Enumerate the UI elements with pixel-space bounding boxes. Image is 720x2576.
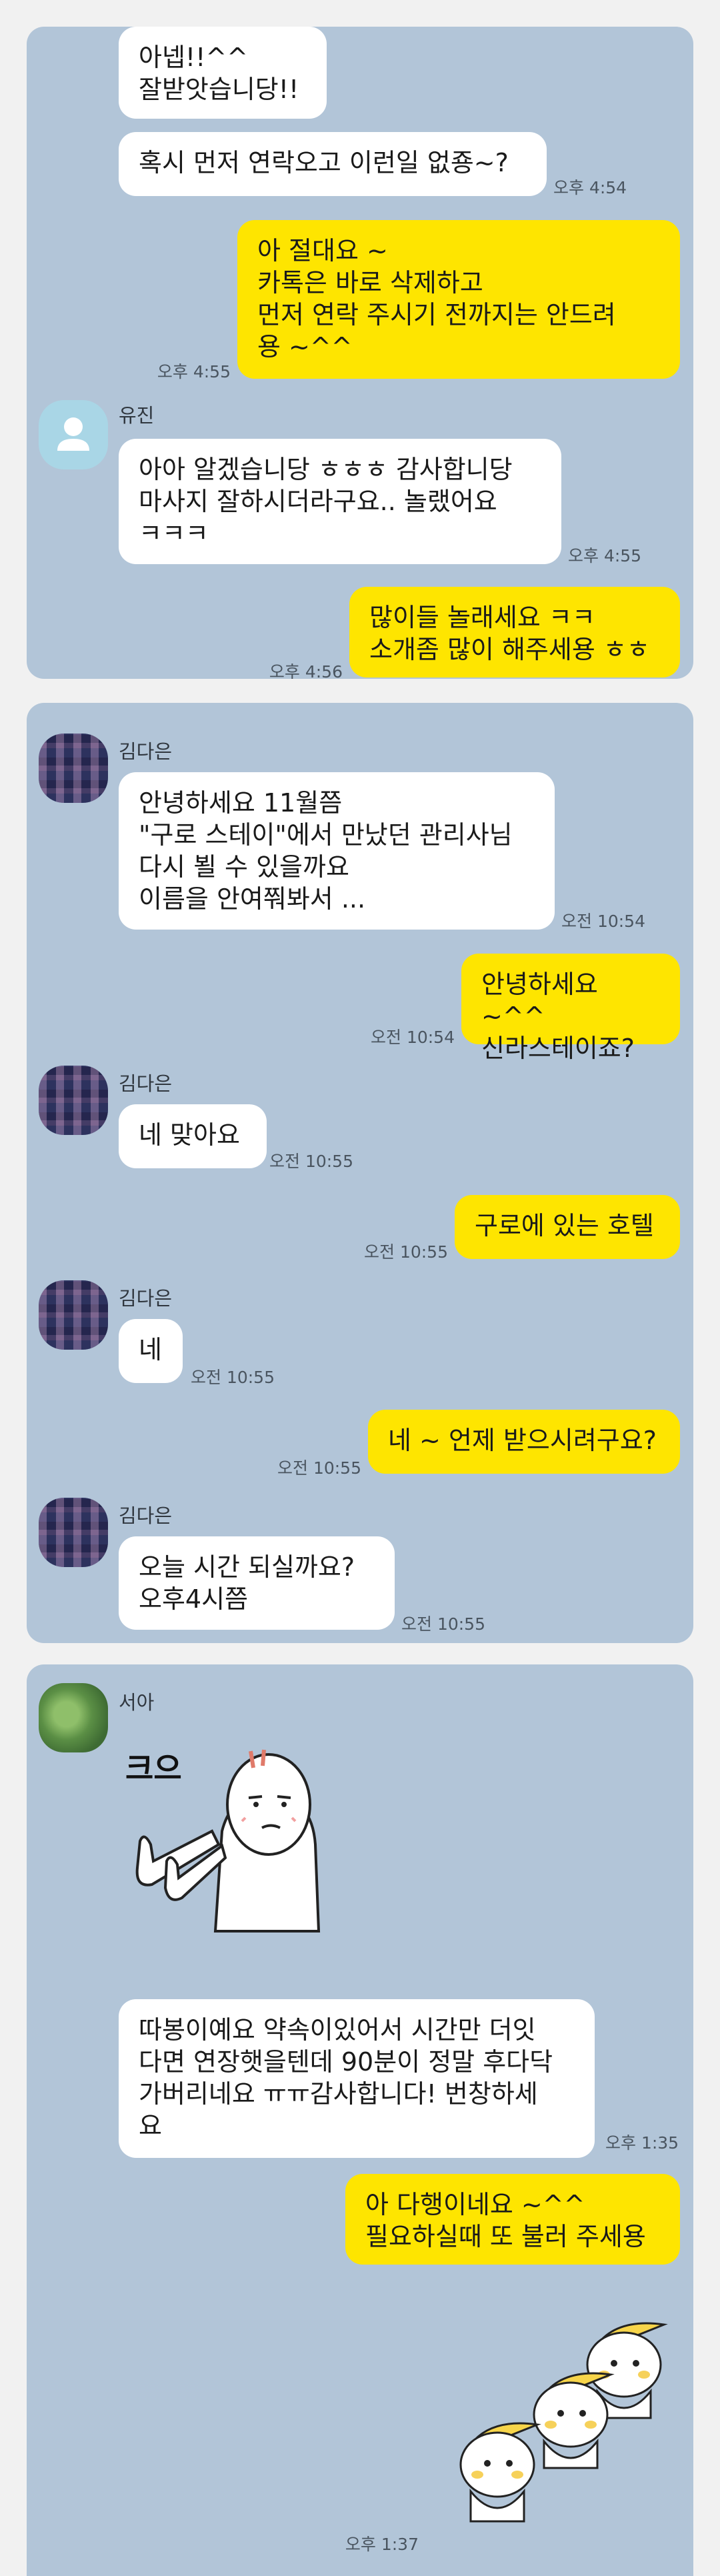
- message-bubble[interactable]: 아넵!!^^ 잘받앗습니당!!: [119, 27, 327, 119]
- message-time: 오후 4:56: [269, 662, 343, 679]
- character-icon: [459, 2322, 668, 2523]
- message-time: 오전 10:55: [191, 1368, 275, 1387]
- avatar[interactable]: [39, 1066, 108, 1135]
- message-time: 오전 10:55: [364, 1242, 448, 1262]
- message-time: 오후 1:35: [605, 2133, 679, 2153]
- message-bubble[interactable]: 오늘 시간 되실까요? 오후4시쯤: [119, 1536, 395, 1630]
- message-bubble[interactable]: 혹시 먼저 연락오고 이런일 없죵~?: [119, 132, 547, 196]
- sender-name: 김다은: [119, 740, 173, 763]
- message-bubble[interactable]: 안녕하세요 11월쯤 "구로 스테이"에서 만났던 관리사님 다시 뵐 수 있을…: [119, 772, 555, 930]
- message-time: 오전 10:55: [269, 1152, 353, 1171]
- message-bubble[interactable]: 아 다행이네요 ~^^ 필요하실때 또 불러 주세용: [345, 2174, 680, 2265]
- avatar[interactable]: [39, 400, 108, 469]
- message-time: 오후 4:55: [568, 546, 642, 565]
- avatar[interactable]: [39, 734, 108, 803]
- avatar[interactable]: [39, 1498, 108, 1567]
- thumbs-up-character-sticker[interactable]: 크으: [112, 1731, 379, 1951]
- message-time: 오전 10:54: [561, 912, 645, 931]
- sender-name: 유진: [119, 404, 155, 427]
- message-bubble[interactable]: 네 맞아요: [119, 1104, 267, 1168]
- message-bubble[interactable]: 네 ~ 언제 받으시려구요?: [368, 1410, 680, 1474]
- message-time: 오전 10:55: [401, 1614, 485, 1634]
- chat-panel-3: 서아 크으 따봉이예요 약속이있어서 시간만 더잇 다면 연장햇을텐데 90분이…: [27, 1664, 693, 2576]
- message-bubble[interactable]: 안녕하세요 ~^^ 신라스테이죠?: [461, 954, 680, 1063]
- sender-name: 서아: [119, 1691, 155, 1714]
- message-time: 오후 4:54: [553, 178, 627, 197]
- chat-panel-2: 김다은 안녕하세요 11월쯤 "구로 스테이"에서 만났던 관리사님 다시 뵐 …: [27, 703, 693, 1643]
- message-bubble[interactable]: 아 절대요 ~ 카톡은 바로 삭제하고 먼저 연락 주시기 전까지는 안드려 용…: [237, 220, 680, 379]
- message-time: 오전 10:54: [371, 1028, 455, 1047]
- avatar[interactable]: [39, 1280, 108, 1350]
- sender-name: 김다은: [119, 1287, 173, 1310]
- sender-name: 김다은: [119, 1072, 173, 1095]
- message-bubble[interactable]: 아아 알겠습니당 ㅎㅎㅎ 감사합니당 마사지 잘하시더라구요.. 놀랬어요 ㅋㅋ…: [119, 439, 561, 564]
- message-time: 오후 4:55: [157, 362, 231, 381]
- avatar[interactable]: [39, 1683, 108, 1752]
- message-time: 오전 10:55: [277, 1458, 361, 1478]
- message-bubble[interactable]: 구로에 있는 호텔: [455, 1195, 680, 1259]
- dancing-characters-sticker[interactable]: [424, 2285, 693, 2538]
- character-icon: [135, 1749, 321, 1933]
- message-bubble[interactable]: 따봉이예요 약속이있어서 시간만 더잇 다면 연장햇을텐데 90분이 정말 후다…: [119, 1999, 595, 2158]
- message-bubble[interactable]: 많이들 놀래세요 ㅋㅋ 소개좀 많이 해주세용 ㅎㅎ: [349, 587, 680, 678]
- sender-name: 김다은: [119, 1504, 173, 1527]
- message-time: 오후 1:37: [345, 2535, 419, 2554]
- message-bubble[interactable]: 네: [119, 1319, 183, 1383]
- default-person-icon: [57, 417, 89, 451]
- chat-panel-1: 아넵!!^^ 잘받앗습니당!! 혹시 먼저 연락오고 이런일 없죵~? 오후 4…: [27, 27, 693, 679]
